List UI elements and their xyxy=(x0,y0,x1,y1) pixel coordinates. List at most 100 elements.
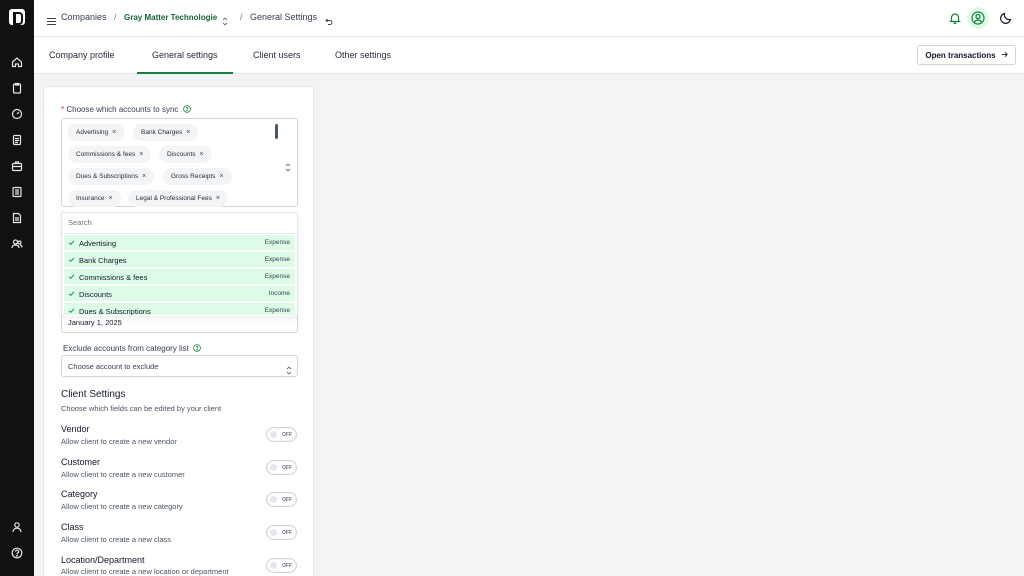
tag-label: Gross Receipts xyxy=(171,173,216,180)
toggle-knob xyxy=(270,496,277,503)
exclude-accounts-placeholder: Choose account to exclude xyxy=(68,362,159,371)
start-date-field[interactable]: January 1, 2025 xyxy=(61,313,298,333)
dropdown-option[interactable]: Commissions & fees Expense xyxy=(64,269,295,285)
hamburger-menu-icon[interactable] xyxy=(47,13,56,26)
setting-name-location: Location/Department xyxy=(61,555,145,565)
dropdown-option[interactable]: Advertising Expense xyxy=(64,235,295,251)
account-tag: Bank Charges × xyxy=(133,124,199,141)
help-icon[interactable] xyxy=(11,547,23,559)
account-tag: Gross Receipts × xyxy=(163,168,232,185)
report-icon[interactable] xyxy=(11,212,23,224)
accounts-multiselect[interactable]: Advertising × Bank Charges × Commissions &… xyxy=(61,118,298,207)
client-settings-subtitle: Choose which fields can be edited by you… xyxy=(61,404,222,413)
setting-name-category: Category xyxy=(61,489,98,499)
gauge-icon[interactable] xyxy=(11,108,23,120)
tag-scrollbar[interactable] xyxy=(275,124,278,139)
undo-icon[interactable] xyxy=(325,13,333,25)
remove-tag-icon[interactable]: × xyxy=(112,129,116,136)
remove-tag-icon[interactable]: × xyxy=(219,173,223,180)
avatar[interactable] xyxy=(967,7,989,29)
option-type: Income xyxy=(268,290,290,297)
briefcase-icon[interactable] xyxy=(11,160,23,172)
account-tag: Advertising × xyxy=(68,124,125,141)
remove-tag-icon[interactable]: × xyxy=(109,195,113,202)
remove-tag-icon[interactable]: × xyxy=(139,151,143,158)
chevron-updown-icon xyxy=(286,362,292,375)
app-logo-icon[interactable] xyxy=(9,9,25,25)
breadcrumb-separator: / xyxy=(240,12,243,22)
breadcrumb-companies[interactable]: Companies xyxy=(61,12,107,22)
divider xyxy=(62,233,297,234)
tag-label: Bank Charges xyxy=(141,129,183,136)
location-toggle[interactable]: OFF xyxy=(266,558,297,573)
info-circle-icon[interactable] xyxy=(182,105,191,113)
breadcrumb-current-page: General Settings xyxy=(250,12,318,22)
dark-mode-moon-icon[interactable] xyxy=(999,11,1013,25)
option-type: Expense xyxy=(264,239,290,246)
toggle-knob xyxy=(270,562,277,569)
accounts-dropdown-menu: Search Advertising Expense Bank Charges … xyxy=(61,212,298,316)
check-icon xyxy=(68,256,75,263)
check-icon xyxy=(68,307,75,314)
option-type: Expense xyxy=(264,256,290,263)
setting-desc-class: Allow client to create a new class xyxy=(61,535,172,544)
vendor-toggle[interactable]: OFF xyxy=(266,427,297,442)
tab-client-users[interactable]: Client users xyxy=(238,37,316,74)
toggle-knob xyxy=(270,529,277,536)
check-icon xyxy=(68,239,75,246)
customer-toggle[interactable]: OFF xyxy=(266,460,297,475)
bell-icon[interactable] xyxy=(948,11,962,25)
tag-label: Advertising xyxy=(76,129,109,136)
tab-company-profile[interactable]: Company profile xyxy=(34,37,130,74)
remove-tag-icon[interactable]: × xyxy=(186,129,190,136)
clipboard-icon[interactable] xyxy=(11,82,23,94)
toggle-knob xyxy=(270,464,277,471)
remove-tag-icon[interactable]: × xyxy=(142,173,146,180)
breadcrumb-company[interactable]: Gray Matter Technologie xyxy=(124,13,217,22)
option-type: Expense xyxy=(264,307,290,314)
exclude-accounts-label-text: Exclude accounts from category list xyxy=(63,344,189,353)
accounts-sync-label-text: Choose which accounts to sync xyxy=(66,105,179,114)
ledger-icon[interactable] xyxy=(11,186,23,198)
toggle-state: OFF xyxy=(282,432,292,438)
left-nav-rail xyxy=(0,0,34,576)
tag-label: Legal & Professional Fees xyxy=(136,195,212,202)
dropdown-option[interactable]: Bank Charges Expense xyxy=(64,252,295,268)
account-tag: Discounts × xyxy=(159,146,212,163)
chevron-updown-icon[interactable] xyxy=(222,13,228,26)
check-icon xyxy=(68,290,75,297)
info-circle-icon[interactable] xyxy=(193,344,201,352)
open-transactions-button[interactable]: Open transactions xyxy=(917,45,1016,65)
exclude-accounts-label: Exclude accounts from category list xyxy=(63,344,201,353)
setting-name-class: Class xyxy=(61,522,84,532)
toggle-state: OFF xyxy=(282,563,292,569)
remove-tag-icon[interactable]: × xyxy=(216,195,220,202)
dropdown-search-input[interactable]: Search xyxy=(68,218,92,227)
tab-general-settings[interactable]: General settings xyxy=(137,37,233,74)
account-tag: Insurance × xyxy=(68,190,121,207)
setting-name-customer: Customer xyxy=(61,457,101,467)
setting-name-vendor: Vendor xyxy=(61,424,90,434)
start-date-value: January 1, 2025 xyxy=(68,318,122,327)
dropdown-option[interactable]: Dues & Subscriptions Expense xyxy=(64,303,295,316)
tag-label: Dues & Subscriptions xyxy=(76,173,139,180)
home-icon[interactable] xyxy=(11,56,23,68)
user-profile-icon[interactable] xyxy=(11,521,23,533)
exclude-accounts-select[interactable]: Choose account to exclude xyxy=(61,355,298,377)
category-toggle[interactable]: OFF xyxy=(266,492,297,507)
setting-desc-customer: Allow client to create a new customer xyxy=(61,470,185,479)
chevron-updown-icon[interactable] xyxy=(285,159,291,172)
remove-tag-icon[interactable]: × xyxy=(200,151,204,158)
tab-other-settings[interactable]: Other settings xyxy=(320,37,406,74)
document-icon[interactable] xyxy=(11,134,23,146)
account-tag: Commissions & fees × xyxy=(68,146,152,163)
option-name: Discounts xyxy=(79,290,112,299)
option-name: Commissions & fees xyxy=(79,273,148,282)
dropdown-option[interactable]: Discounts Income xyxy=(64,286,295,302)
users-icon[interactable] xyxy=(11,238,23,250)
toggle-state: OFF xyxy=(282,497,292,503)
check-icon xyxy=(68,273,75,280)
option-type: Expense xyxy=(264,273,290,280)
class-toggle[interactable]: OFF xyxy=(266,525,297,540)
toggle-knob xyxy=(270,431,277,438)
